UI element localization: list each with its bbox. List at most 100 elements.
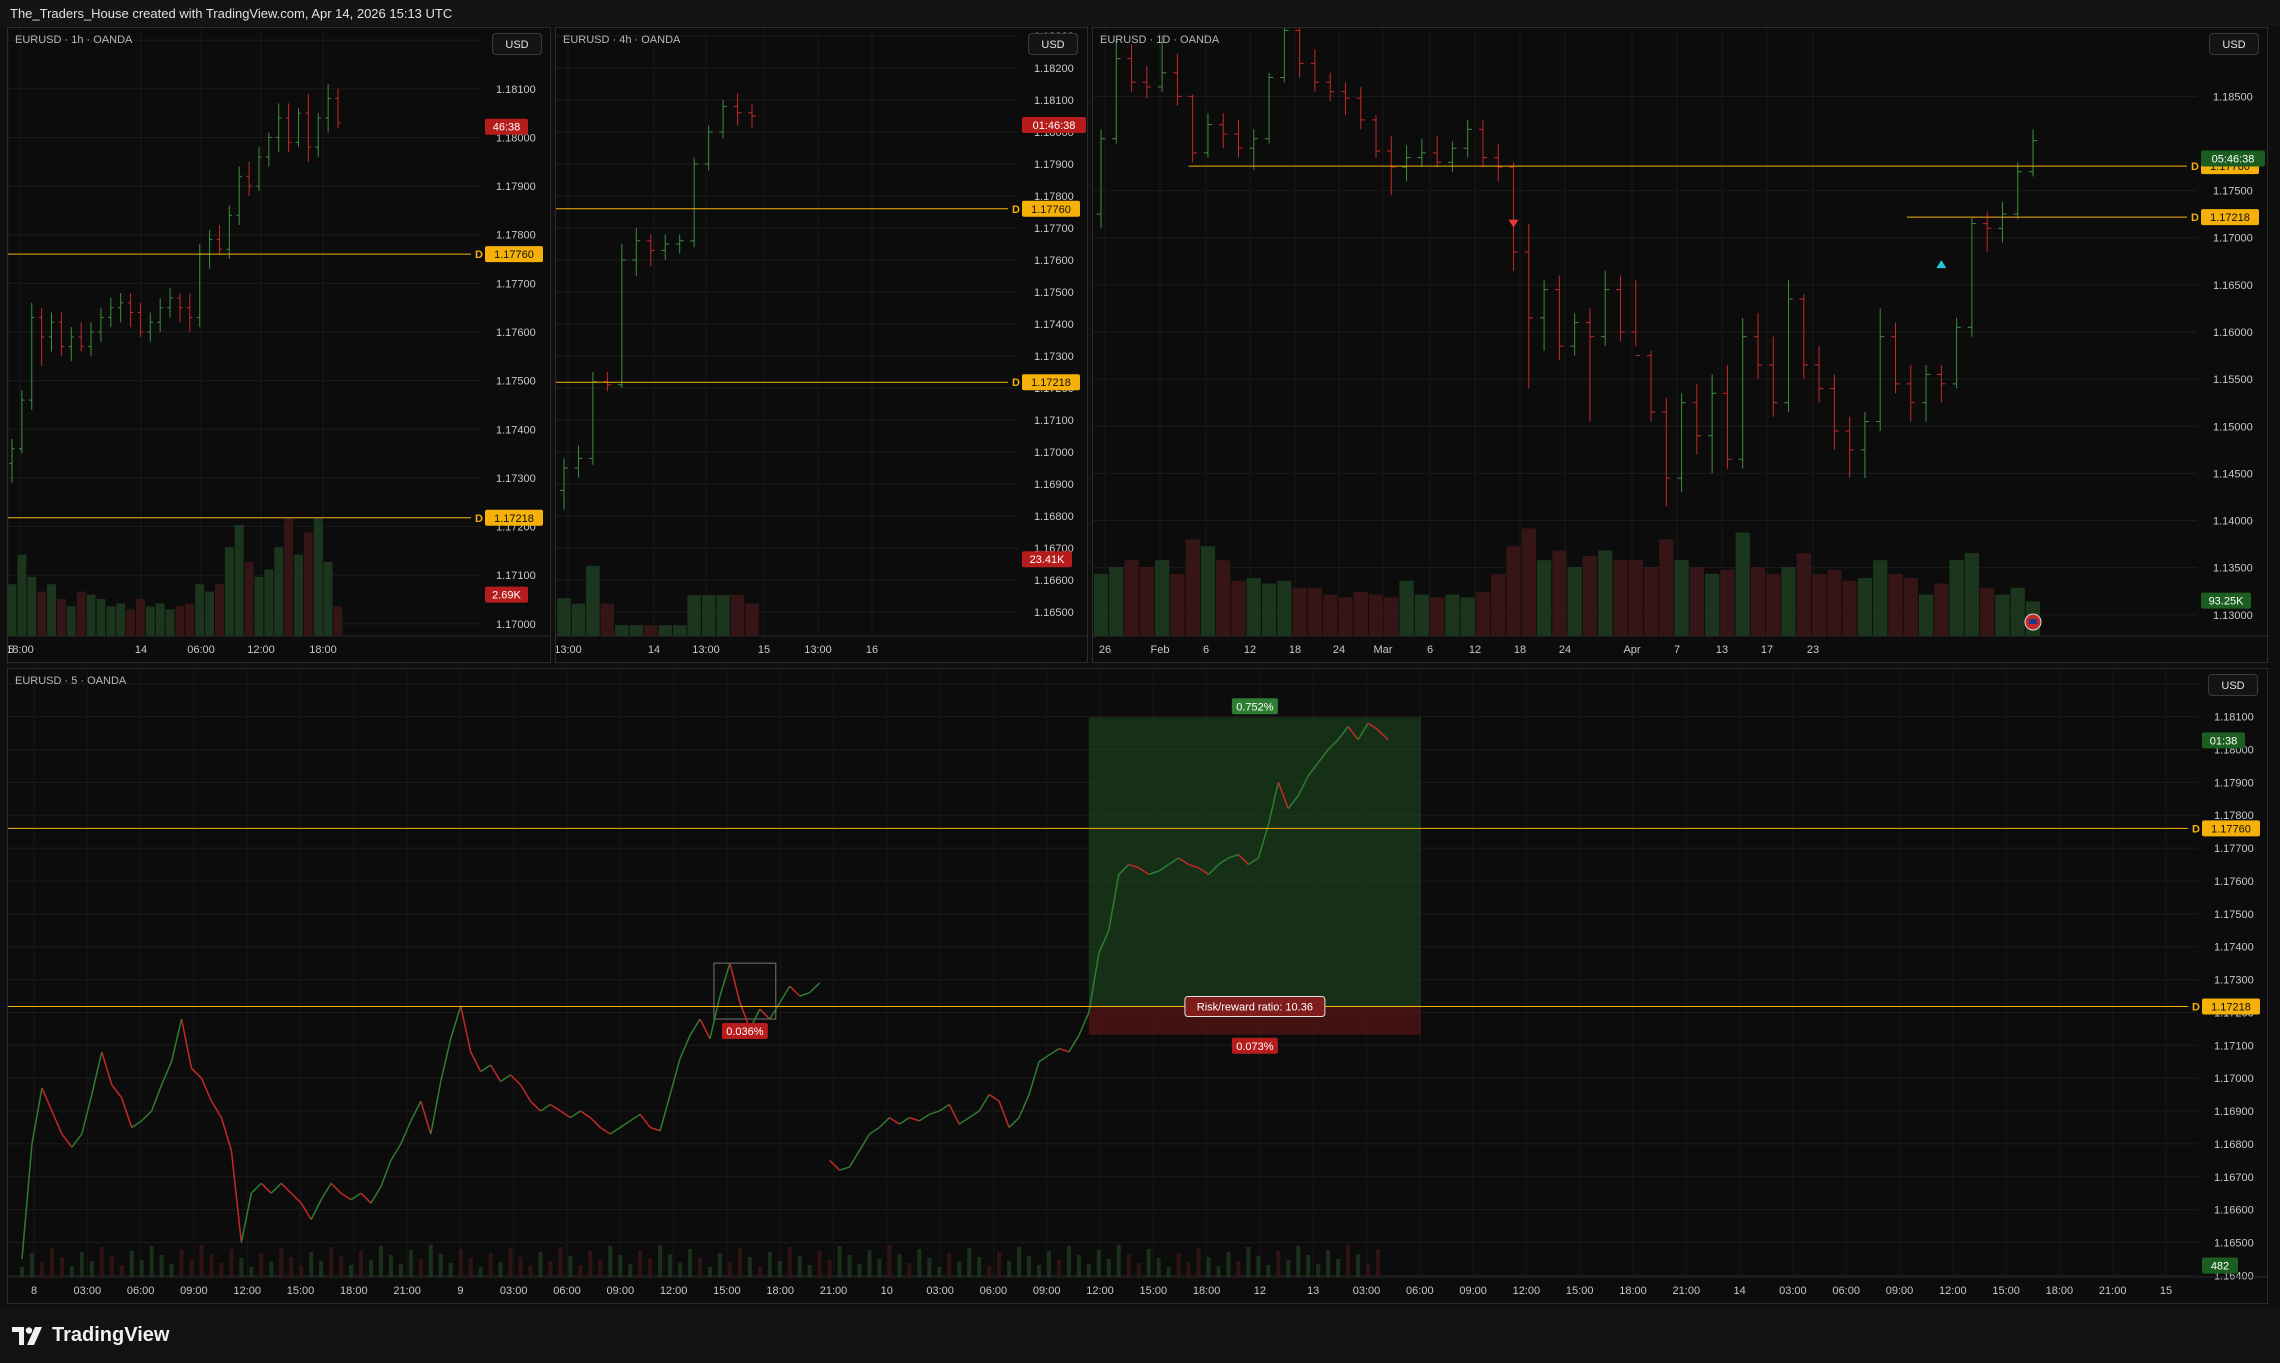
volume-bar: [458, 1249, 463, 1277]
currency-button[interactable]: USD: [492, 33, 542, 55]
volume-bar: [59, 1257, 64, 1277]
volume-bar: [149, 1246, 154, 1277]
volume-bar: [1689, 567, 1705, 636]
volume-bar: [1811, 573, 1827, 636]
currency-button[interactable]: USD: [2209, 33, 2259, 55]
price-path-segment: [390, 1143, 402, 1161]
volume-bar: [1076, 1255, 1081, 1277]
price-path-segment: [51, 1110, 63, 1135]
price-path-segment: [290, 1192, 302, 1204]
volume-bar: [1567, 567, 1582, 636]
key-level-tag: D: [2192, 1002, 2200, 1014]
price-tick-label: 1.18100: [2214, 712, 2254, 724]
volume-bar: [571, 603, 586, 636]
volume-bar: [339, 1256, 344, 1277]
price-tick-label: 1.17300: [496, 473, 536, 485]
price-tick-label: 1.17800: [496, 230, 536, 242]
volume-bar: [837, 1246, 842, 1277]
price-path-segment: [1058, 1047, 1070, 1053]
price-tick-label: 1.17500: [496, 376, 536, 388]
price-tick-label: 1.13500: [2213, 563, 2253, 575]
volume-bar: [139, 1260, 144, 1277]
volume-bar: [737, 1248, 742, 1277]
chart-canvas[interactable]: 1.182001.181001.180001.179001.178001.177…: [8, 669, 2268, 1304]
volume-bar: [264, 569, 274, 636]
volume-bar: [47, 584, 56, 636]
volume-bar: [1949, 560, 1964, 636]
volume-bar: [478, 1267, 483, 1277]
price-path-segment: [190, 1067, 203, 1079]
price-tick-label: 1.17000: [1034, 447, 1074, 459]
chart-canvas[interactable]: 1.182001.181001.180001.179001.178001.177…: [8, 28, 551, 663]
volume-bar: [600, 603, 615, 636]
small-position-percent-label: 0.036%: [726, 1026, 764, 1038]
volume-bar: [388, 1255, 393, 1277]
price-tick-label: 1.17500: [2213, 186, 2253, 198]
currency-button[interactable]: USD: [2208, 674, 2258, 696]
time-tick-label: 13: [1307, 1285, 1319, 1297]
volume-bar: [1552, 550, 1567, 636]
time-tick-label: 10: [881, 1285, 893, 1297]
chart-pane-1h[interactable]: EURUSD · 1h · OANDA USD 1.182001.181001.…: [7, 27, 551, 663]
volume-bar: [1136, 1263, 1141, 1277]
volume-bar: [1292, 587, 1307, 636]
time-tick-label: 23: [1807, 644, 1819, 656]
time-tick-label: 12:00: [1513, 1285, 1541, 1297]
volume-bar: [528, 1266, 533, 1277]
volume-bar: [254, 576, 264, 636]
volume-bar: [1139, 567, 1154, 636]
time-tick-label: 14: [135, 644, 147, 656]
chart-canvas[interactable]: 1.183001.182001.181001.180001.179001.178…: [556, 28, 1088, 663]
price-tick-label: 1.16500: [2214, 1237, 2254, 1249]
volume-bar: [1086, 1264, 1091, 1277]
volume-bar: [745, 603, 759, 636]
volume-bar: [578, 1265, 583, 1277]
volume-bar: [1170, 573, 1185, 636]
price-path-segment: [869, 1126, 880, 1135]
volume-bar: [1521, 528, 1536, 636]
time-tick-label: 17: [1761, 644, 1773, 656]
price-tick-label: 1.13000: [2213, 610, 2253, 622]
price-path-segment: [609, 1126, 621, 1135]
price-path-segment: [260, 1182, 272, 1194]
time-tick-label: 24: [1333, 644, 1345, 656]
time-tick-label: 15:00: [1992, 1285, 2020, 1297]
price-path-segment: [829, 1159, 841, 1171]
time-tick-label: 12:00: [1086, 1285, 1114, 1297]
chart-pane-1d[interactable]: EURUSD · 1D · OANDA USD 1.18500 1.17500 1.…: [1092, 27, 2268, 663]
chart-canvas[interactable]: 1.18500 1.17500 1.17000 1.16500 1.16000 1.155…: [1093, 28, 2268, 663]
price-tick-label: 1.17000: [2214, 1073, 2254, 1085]
brand[interactable]: TradingView: [12, 1324, 169, 1347]
volume-bar: [518, 1257, 523, 1277]
volume-bar: [165, 609, 175, 636]
time-tick-label: 06:00: [1832, 1285, 1860, 1297]
volume-bar: [333, 606, 343, 636]
volume-bar: [548, 1261, 553, 1277]
volume-bar: [1246, 578, 1261, 636]
volume-bar: [1506, 546, 1521, 636]
volume-bar: [730, 594, 745, 636]
currency-button[interactable]: USD: [1028, 33, 1078, 55]
price-badge-text: 23.41K: [1030, 554, 1066, 566]
chart-pane-4h[interactable]: EURUSD · 4h · OANDA USD 1.183001.182001.…: [555, 27, 1088, 663]
time-tick-label: 15:00: [287, 1285, 315, 1297]
price-tick-label: 1.16800: [1034, 511, 1074, 523]
volume-bar: [1353, 591, 1368, 636]
volume-bar: [987, 1266, 992, 1277]
time-tick-label: 14: [1733, 1285, 1745, 1297]
chart-pane-5m[interactable]: EURUSD · 5 · OANDA USD 1.182001.181001.1…: [7, 668, 2268, 1304]
volume-bar: [219, 1263, 224, 1277]
volume-bar: [66, 606, 76, 636]
volume-bar: [195, 584, 205, 636]
price-path-segment: [280, 1182, 292, 1194]
price-label-text: 1.17218: [1031, 377, 1071, 389]
time-tick-label: 9: [457, 1285, 463, 1297]
price-path-segment: [21, 1143, 33, 1259]
us-event-flag-icon: [2029, 619, 2037, 624]
price-path-segment: [629, 1113, 641, 1122]
price-path-segment: [510, 1074, 522, 1086]
price-tick-label: 1.17100: [496, 570, 536, 582]
pane-title: EURUSD · 4h · OANDA: [563, 34, 681, 46]
price-path-segment: [589, 1117, 601, 1128]
volume-bar: [1266, 1265, 1271, 1277]
